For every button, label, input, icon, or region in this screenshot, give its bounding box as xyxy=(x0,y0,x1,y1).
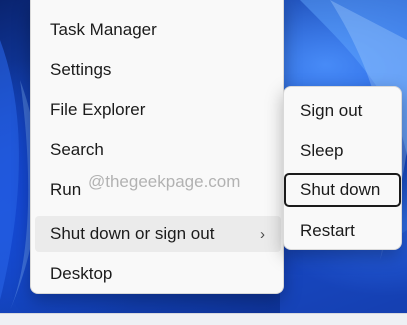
menu-item-shut-down-or-sign-out[interactable]: Shut down or sign out › xyxy=(35,216,281,252)
submenu-item-label: Sleep xyxy=(300,141,344,160)
taskbar xyxy=(0,313,407,325)
submenu-item-label: Sign out xyxy=(300,101,363,120)
shutdown-submenu: Sign out Sleep Shut down Restart xyxy=(283,86,402,250)
menu-item-run[interactable]: Run xyxy=(35,172,281,208)
power-user-menu: Task Manager Settings File Explorer Sear… xyxy=(30,0,284,294)
submenu-item-label: Shut down xyxy=(300,180,381,199)
menu-item-label: Shut down or sign out xyxy=(50,224,215,243)
menu-item-label: Settings xyxy=(50,60,112,79)
submenu-item-restart[interactable]: Restart xyxy=(284,214,401,248)
menu-item-task-manager[interactable]: Task Manager xyxy=(35,12,281,48)
submenu-item-shut-down[interactable]: Shut down xyxy=(284,173,401,207)
submenu-item-sign-out[interactable]: Sign out xyxy=(284,94,401,128)
menu-item-desktop[interactable]: Desktop xyxy=(35,256,281,292)
menu-item-label: Run xyxy=(50,180,82,199)
menu-item-label: Task Manager xyxy=(50,20,157,39)
menu-item-label: File Explorer xyxy=(50,100,146,119)
menu-item-file-explorer[interactable]: File Explorer xyxy=(35,92,281,128)
menu-item-settings[interactable]: Settings xyxy=(35,52,281,88)
submenu-item-sleep[interactable]: Sleep xyxy=(284,134,401,168)
chevron-right-icon: › xyxy=(260,226,265,243)
menu-item-search[interactable]: Search xyxy=(35,132,281,168)
menu-item-label: Desktop xyxy=(50,264,113,283)
submenu-item-label: Restart xyxy=(300,221,355,240)
menu-item-label: Search xyxy=(50,140,104,159)
